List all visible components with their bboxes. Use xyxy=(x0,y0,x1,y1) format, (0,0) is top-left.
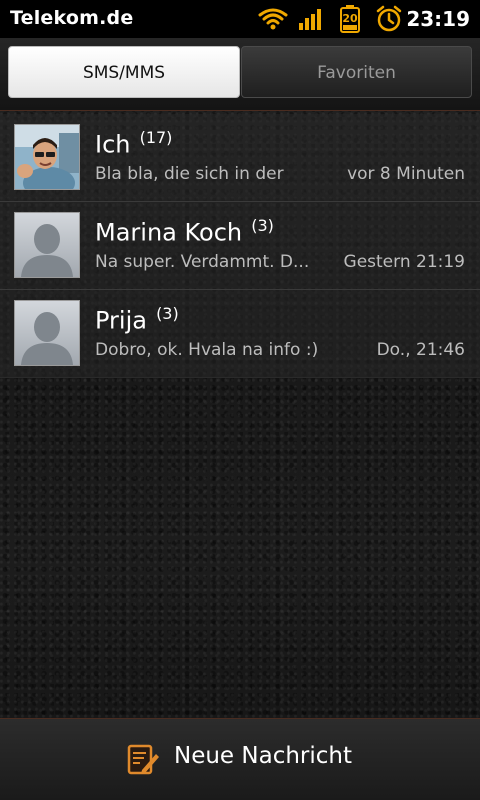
message-count: (17) xyxy=(139,128,173,147)
battery-level: 20 xyxy=(342,12,358,25)
clock: 23:19 xyxy=(406,7,470,31)
message-snippet: Bla bla, die sich in der xyxy=(95,164,284,184)
message-snippet: Na super. Verdammt. D... xyxy=(95,252,310,272)
conversation-row-marina-koch[interactable]: Marina Koch (3) Na super. Verdammt. D...… xyxy=(0,202,480,290)
conversation-list: Ich (17) Bla bla, die sich in der vor 8 … xyxy=(0,114,480,378)
contact-photo xyxy=(14,124,80,190)
conversation-row-prija[interactable]: Prija (3) Dobro, ok. Hvala na info :) Do… xyxy=(0,290,480,378)
message-timestamp: vor 8 Minuten xyxy=(347,164,465,184)
message-timestamp: Gestern 21:19 xyxy=(343,252,465,272)
contact-name: Ich xyxy=(95,130,131,159)
message-count: (3) xyxy=(156,304,179,323)
conversation-header: Ich (17) xyxy=(95,128,172,159)
default-avatar-icon xyxy=(14,212,80,278)
tab-favoriten[interactable]: Favoriten xyxy=(241,46,472,98)
carrier-name: Telekom.de xyxy=(10,7,134,29)
new-message-button[interactable]: Neue Nachricht xyxy=(0,719,480,800)
conversation-row-ich[interactable]: Ich (17) Bla bla, die sich in der vor 8 … xyxy=(0,114,480,202)
conversation-header: Prija (3) xyxy=(95,304,179,335)
tab-bar: SMS/MMS Favoriten xyxy=(0,38,480,111)
default-avatar-icon xyxy=(14,300,80,366)
messaging-screen: Telekom.de 20 23:19 SMS/MMS Favoriten Ic… xyxy=(0,0,480,800)
battery-icon: 20 xyxy=(340,5,360,37)
signal-icon xyxy=(298,6,326,36)
bottom-action-bar: Neue Nachricht xyxy=(0,718,480,800)
message-timestamp: Do., 21:46 xyxy=(376,340,465,360)
message-count: (3) xyxy=(251,216,274,235)
tab-sms-mms[interactable]: SMS/MMS xyxy=(8,46,240,98)
wifi-icon xyxy=(258,6,288,36)
contact-name: Prija xyxy=(95,306,147,335)
message-snippet: Dobro, ok. Hvala na info :) xyxy=(95,340,319,360)
compose-icon xyxy=(126,743,160,781)
new-message-label: Neue Nachricht xyxy=(174,743,353,769)
contact-name: Marina Koch xyxy=(95,218,243,247)
conversation-header: Marina Koch (3) xyxy=(95,216,274,247)
status-bar: Telekom.de 20 23:19 xyxy=(0,0,480,38)
alarm-icon xyxy=(376,5,402,37)
